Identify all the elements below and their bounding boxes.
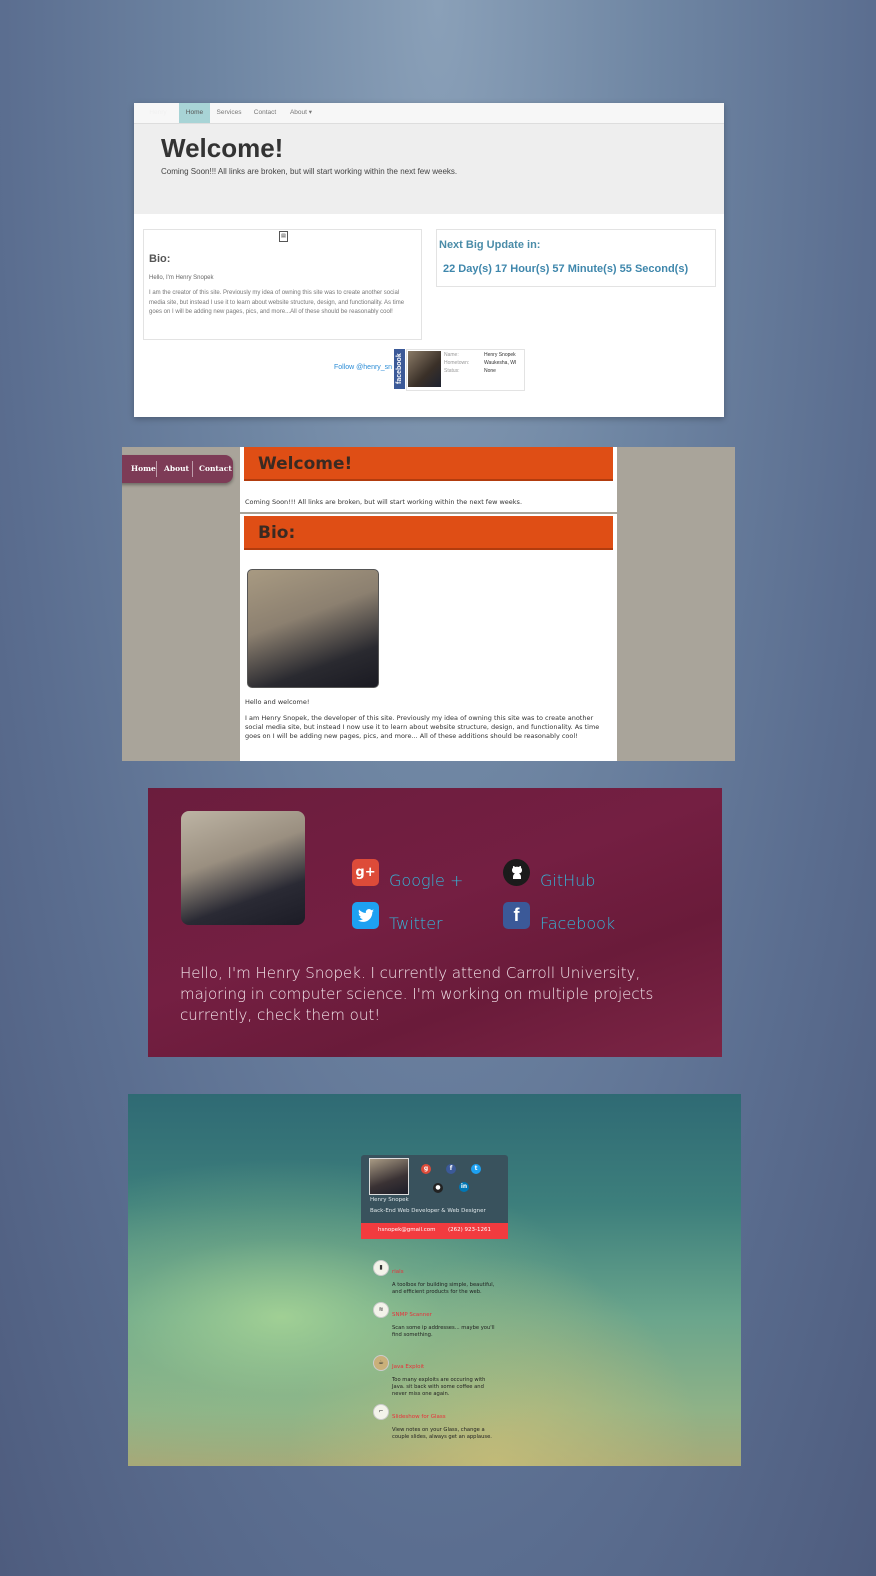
nav-brand[interactable]: Henry Snopek [140,103,176,136]
project-desc: A toolbox for building simple, beautiful… [392,1282,495,1295]
fb-label-status: Status: [444,368,460,374]
fb-value-name: Henry Snopek [484,352,516,358]
nav-about[interactable]: About [164,455,189,483]
github-link[interactable]: GitHub [503,855,595,890]
project-title[interactable]: Slideshow for Glass [392,1414,446,1420]
twitter-label: Twitter [389,914,443,933]
nav-about-dropdown[interactable]: About ▾ [284,103,318,123]
nav-pill: Home About Contact [122,455,233,483]
bio-heading: Bio: [258,523,296,543]
screenshot-teal-portfolio: g f t ● in Henry Snopek Back-End Web Dev… [128,1094,741,1466]
nav-contact[interactable]: Contact [250,103,280,123]
email-link[interactable]: hsnopek@gmail.com [378,1227,436,1233]
glass-icon: ⌐ [373,1404,389,1420]
facebook-icon[interactable]: f [446,1164,456,1174]
project-title[interactable]: rials [392,1269,404,1275]
twitter-icon[interactable]: t [471,1164,481,1174]
toolbox-icon: ▮ [373,1260,389,1276]
google-plus-icon[interactable]: g [421,1164,431,1174]
nav-divider [192,461,193,477]
screenshot-bootstrap-site: Henry Snopek Home Services Contact About… [134,103,724,417]
project-desc: View notes on your Glass, change a coupl… [392,1427,492,1440]
welcome-header-bar: Welcome! [244,447,613,481]
project-title[interactable]: Java Exploit [392,1364,424,1370]
broken-image-icon: ▤ [279,231,288,242]
nav-home[interactable]: Home [179,103,210,123]
profile-photo [247,569,379,688]
fb-label-name: Name: [444,352,459,358]
github-icon [503,859,530,886]
project-title[interactable]: SNMP Scanner [392,1312,432,1318]
facebook-tab: facebook [394,349,405,389]
bio-text: Hello, I'm Henry Snopek. I currently att… [180,964,654,1024]
screenshot-maroon-card: g+ Google + GitHub Twitter f Facebook He… [148,788,722,1057]
countdown-value: 22 Day(s) 17 Hour(s) 57 Minute(s) 55 Sec… [443,263,689,275]
twitter-link[interactable]: Twitter [352,898,443,933]
bio-text: I am Henry Snopek, the developer of this… [245,714,600,740]
screenshot-orange-site: Home About Contact Welcome! Coming Soon!… [122,447,735,761]
project-desc: Scan some ip addresses... maybe you'll f… [392,1325,495,1338]
profile-name: Henry Snopek [370,1197,409,1203]
google-plus-link[interactable]: g+ Google + [352,855,463,890]
bio-header-bar: Bio: [244,516,613,550]
project-desc: Too many exploits are occuring with Java… [392,1377,486,1397]
profile-photo [181,811,305,925]
github-label: GitHub [540,871,596,890]
coming-soon-text: Coming Soon!!! All links are broken, but… [161,167,458,176]
twitter-icon [352,902,379,929]
bio-hello: Hello and welcome! [245,698,310,706]
linkedin-icon[interactable]: in [459,1182,469,1192]
fb-value-status: None [484,368,496,374]
facebook-profile-photo [408,351,441,387]
bio-panel [143,229,422,340]
navbar: Henry Snopek Home Services Contact About… [134,103,724,136]
nav-services[interactable]: Services [214,103,244,123]
fb-value-hometown: Waukesha, WI [484,360,517,366]
bio-text: I am the creator of this site. Previousl… [149,290,405,315]
nav-contact[interactable]: Contact [199,455,232,483]
phone-number: (262) 923-1261 [448,1227,492,1233]
coffee-icon: ☕ [373,1355,389,1371]
coming-soon-text: Coming Soon!!! All links are broken, but… [245,498,523,506]
wifi-icon: ≋ [373,1302,389,1318]
bio-heading: Bio: [149,253,171,265]
profile-role: Back-End Web Developer & Web Designer [370,1208,486,1214]
nav-home[interactable]: Home [131,455,156,483]
welcome-heading: Welcome! [258,454,353,474]
facebook-link[interactable]: f Facebook [503,898,615,933]
twitter-follow-link[interactable]: Follow @henry_sn [334,364,392,371]
welcome-heading: Welcome! [161,133,284,163]
nav-divider [156,461,157,477]
countdown-heading: Next Big Update in: [439,239,541,251]
avatar [369,1158,409,1195]
facebook-icon: f [503,902,530,929]
facebook-label: Facebook [540,914,616,933]
countdown-panel [436,229,716,287]
google-plus-label: Google + [389,871,464,890]
google-plus-icon: g+ [352,859,379,886]
github-icon[interactable]: ● [433,1183,443,1193]
fb-label-hometown: Hometown: [444,360,470,366]
bio-hello: Hello, I'm Henry Snopek [149,275,214,281]
